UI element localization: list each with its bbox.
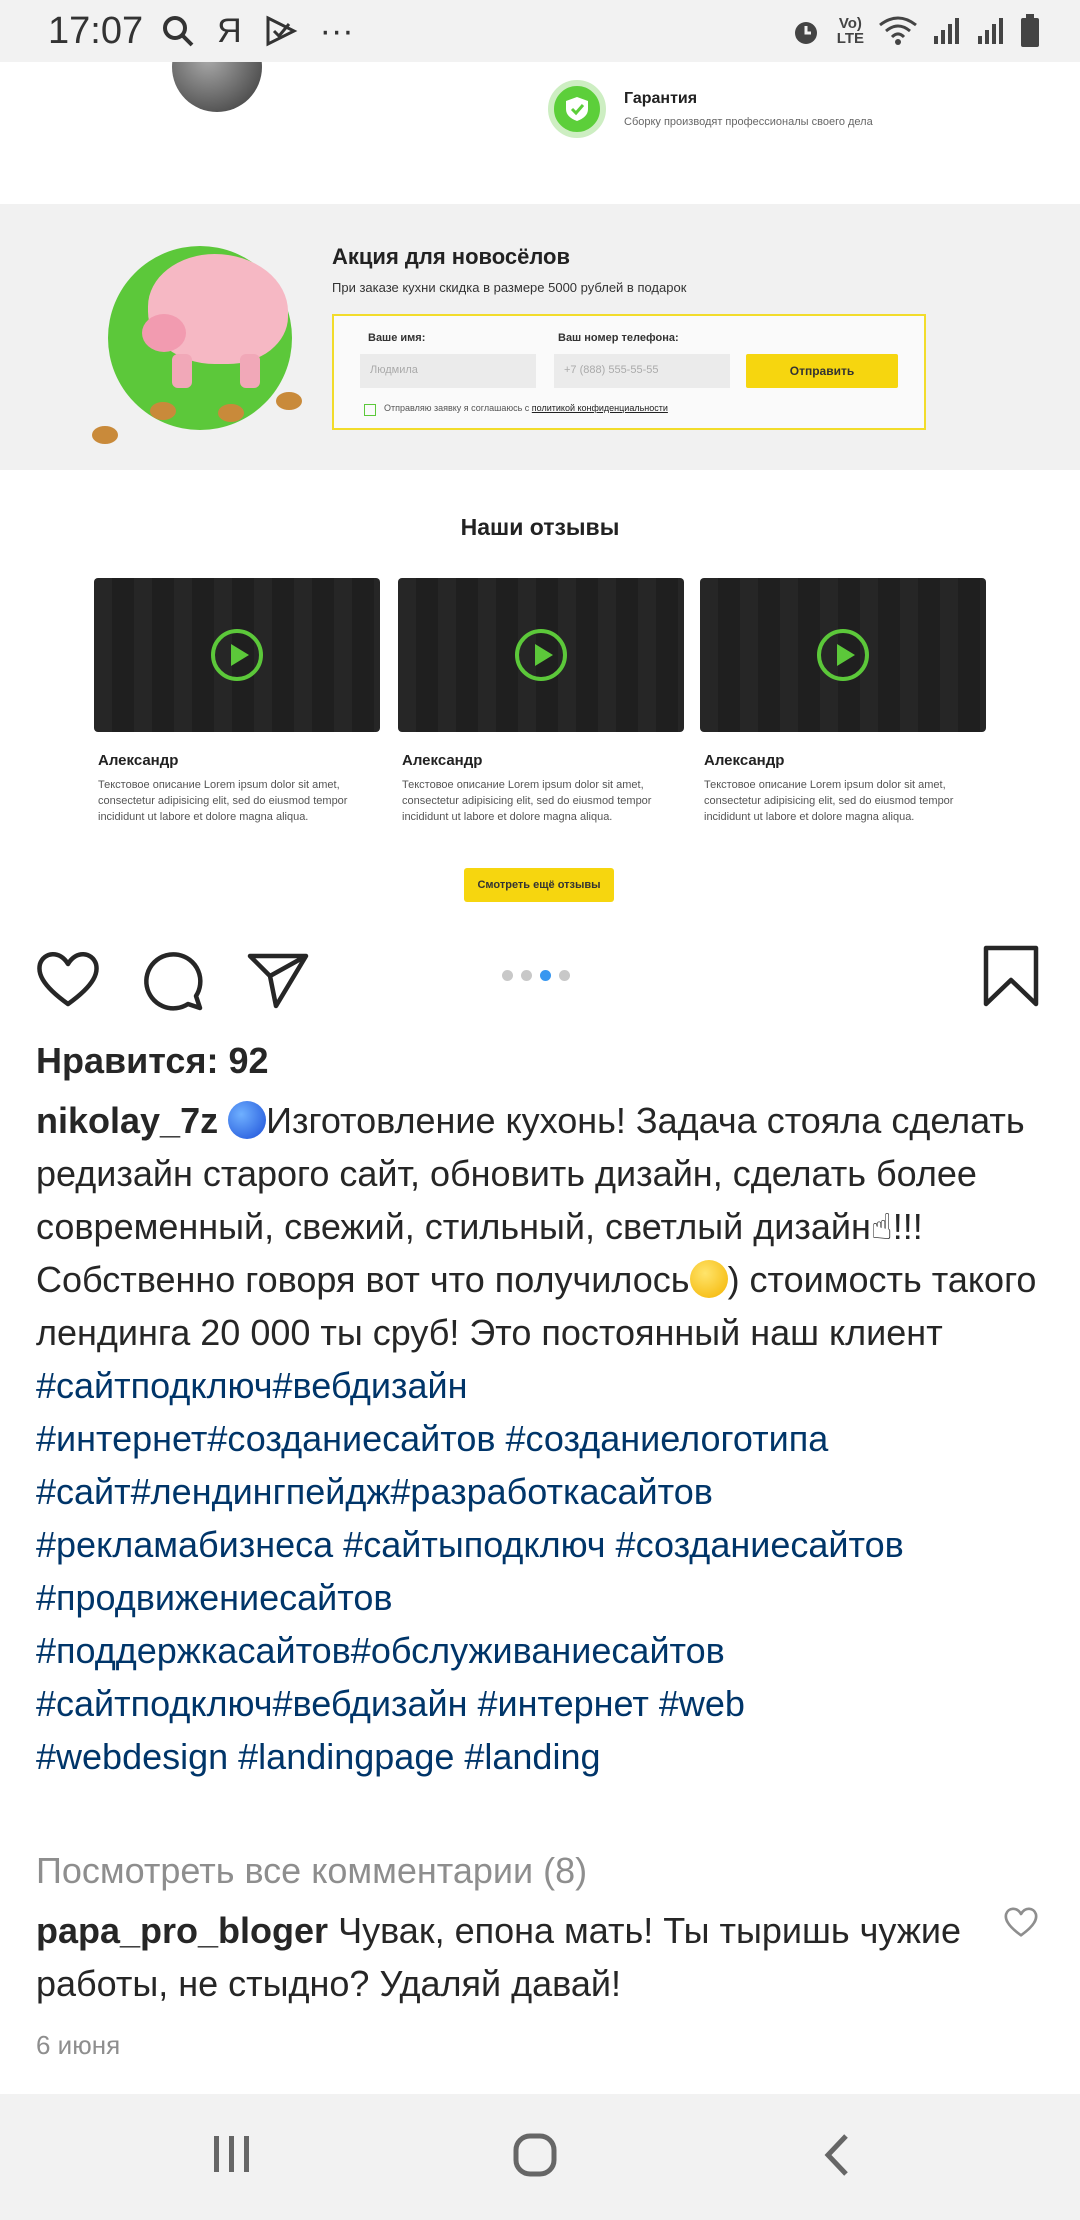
consent-checkbox <box>364 404 376 416</box>
comment-icon <box>144 952 203 1011</box>
carousel-dot <box>502 970 513 981</box>
play-icon <box>817 629 869 681</box>
name-field: Людмила <box>360 354 536 388</box>
back-icon <box>824 2134 848 2176</box>
piggy-leg <box>172 354 192 388</box>
volte-label: Vo) <box>838 15 862 32</box>
carousel-indicator <box>502 970 570 981</box>
bookmark-icon <box>983 945 1039 1007</box>
heart-icon <box>1004 1907 1038 1937</box>
phone-field: +7 (888) 555-55-55 <box>554 354 730 388</box>
hashtags[interactable]: #рекламабизнеса #сайтыподключ #созданиес… <box>36 1524 904 1565</box>
review-text: Текстовое описание Lorem ipsum dolor sit… <box>402 779 652 823</box>
hashtags[interactable]: #сайтподключ#вебдизайн <box>36 1365 468 1406</box>
signal-icon <box>934 18 959 44</box>
smiling-face-emoji-icon <box>689 1260 728 1298</box>
send-icon <box>247 953 309 1009</box>
privacy-policy-link: политикой конфиденциальности <box>531 403 668 413</box>
recent-apps-icon <box>214 2136 249 2172</box>
volte-icon: Vo) LTE <box>837 16 864 46</box>
alarm-icon <box>794 22 817 44</box>
review-video <box>94 578 380 732</box>
recent-apps-button[interactable] <box>210 2132 254 2181</box>
post-caption: nikolay_7z Изготовление кухонь! Задача с… <box>36 1094 1056 1783</box>
status-time: 17:07 <box>48 9 144 52</box>
review-author: Александр <box>402 752 483 769</box>
more-icon: ··· <box>319 11 354 50</box>
hashtags[interactable]: #интернет#созданиесайтов #созданиелоготи… <box>36 1418 828 1459</box>
wifi-icon <box>879 16 917 45</box>
comment-like-button[interactable] <box>1004 1906 1038 1943</box>
signal-icon <box>978 18 1003 44</box>
hashtags[interactable]: #сайтподключ#вебдизайн #интернет #web <box>36 1683 745 1724</box>
back-button[interactable] <box>822 2132 852 2183</box>
hashtags[interactable]: #поддержкасайтов#обслуживаниесайтов <box>36 1630 725 1671</box>
hashtags[interactable]: #webdesign #landingpage #landing <box>36 1736 601 1777</box>
comment: papa_pro_bloger Чувак, епона мать! Ты ты… <box>36 1904 986 2010</box>
carousel-dot-active <box>540 970 551 981</box>
post-actions <box>0 920 1080 1030</box>
promo-title: Акция для новосёлов <box>332 244 571 269</box>
promo-subtitle: При заказе кухни скидка в размере 5000 р… <box>332 280 687 295</box>
post-image[interactable]: Гарантия Сборку производят профессионалы… <box>0 62 1080 920</box>
lte-label: LTE <box>836 30 864 47</box>
home-button[interactable] <box>512 2132 558 2183</box>
promo-section: Акция для новосёлов При заказе кухни ски… <box>0 204 1080 470</box>
post-date: 6 июня <box>36 2030 121 2060</box>
battery-icon <box>1021 14 1039 47</box>
comment-username[interactable]: papa_pro_bloger <box>36 1910 328 1951</box>
yandex-icon: Я <box>217 11 242 50</box>
piggy-snout <box>142 314 186 352</box>
phone-label: Ваш номер телефона: <box>558 332 679 344</box>
likes-count[interactable]: Нравится: 92 <box>36 1040 269 1082</box>
share-button[interactable] <box>246 950 310 1015</box>
review-text: Текстовое описание Lorem ipsum dolor sit… <box>98 779 348 823</box>
send-notification-icon <box>264 14 298 48</box>
carousel-dot <box>521 970 532 981</box>
blue-circle-emoji-icon <box>228 1101 267 1139</box>
coin-graphic <box>276 392 302 410</box>
save-button[interactable] <box>982 944 1040 1013</box>
review-author: Александр <box>704 752 785 769</box>
coin-graphic <box>218 404 244 422</box>
review-text: Текстовое описание Lorem ipsum dolor sit… <box>704 779 954 823</box>
shield-icon <box>548 80 606 138</box>
submit-button: Отправить <box>746 354 898 388</box>
consent-text: Отправляю заявку я соглашаюсь с политико… <box>384 403 668 413</box>
status-right-icons: Vo) LTE <box>789 14 1040 48</box>
coin-graphic <box>172 62 262 112</box>
review-video <box>398 578 684 732</box>
status-bar: 17:07 Я ··· Vo) LTE <box>0 0 1080 62</box>
hashtags[interactable]: #продвижениесайтов <box>36 1577 392 1618</box>
guarantee-block: Гарантия Сборку производят профессионалы… <box>548 80 873 138</box>
name-label: Ваше имя: <box>368 332 426 344</box>
hashtags[interactable]: #сайт#лендингпейдж#разработкасайтов <box>36 1471 713 1512</box>
consent-prefix: Отправляю заявку я соглашаюсь с <box>384 403 530 413</box>
review-card: Александр Текстовое описание Lorem ipsum… <box>94 578 380 825</box>
system-navigation-bar <box>0 2094 1080 2220</box>
carousel-dot <box>559 970 570 981</box>
post-username[interactable]: nikolay_7z <box>36 1100 218 1141</box>
review-video <box>700 578 986 732</box>
view-all-comments-link[interactable]: Посмотреть все комментарии (8) <box>36 1850 587 1892</box>
review-author: Александр <box>98 752 179 769</box>
review-card: Александр Текстовое описание Lorem ipsum… <box>700 578 986 825</box>
heart-icon <box>37 952 99 1007</box>
guarantee-title: Гарантия <box>624 90 698 107</box>
coin-graphic <box>150 402 176 420</box>
review-card: Александр Текстовое описание Lorem ipsum… <box>398 578 684 825</box>
like-button[interactable] <box>36 950 100 1013</box>
coin-graphic <box>92 426 118 444</box>
more-reviews-button: Смотреть ещё отзывы <box>464 868 614 902</box>
play-icon <box>515 629 567 681</box>
pointing-up-emoji-icon: ☝ <box>870 1206 893 1247</box>
play-icon <box>211 629 263 681</box>
piggy-leg <box>240 354 260 388</box>
home-icon <box>513 2133 557 2177</box>
search-icon <box>161 14 195 48</box>
comment-button[interactable] <box>142 950 204 1017</box>
promo-form: Ваше имя: Людмила Ваш номер телефона: +7… <box>332 314 926 430</box>
reviews-title: Наши отзывы <box>460 514 620 540</box>
guarantee-subtitle: Сборку производят профессионалы своего д… <box>624 116 873 128</box>
